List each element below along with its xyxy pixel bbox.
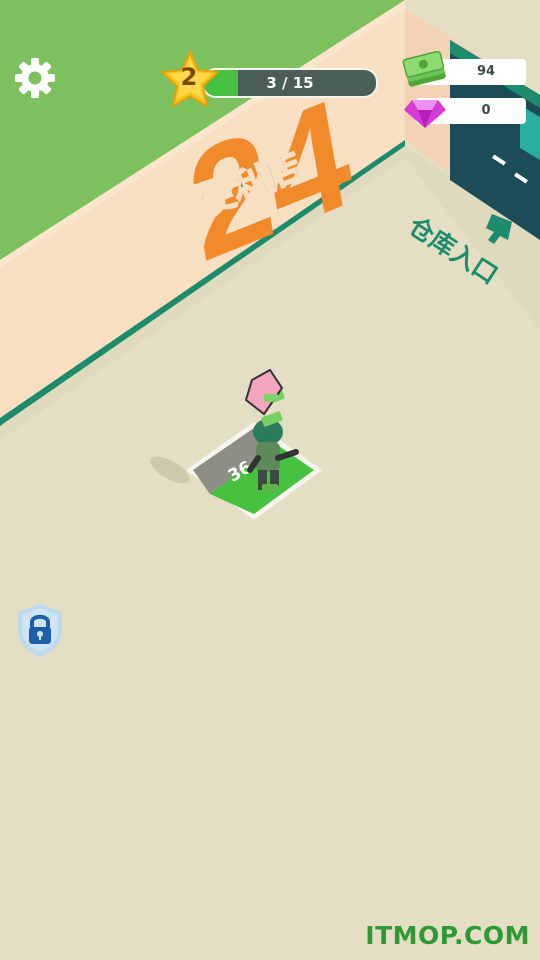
lock-shield-icon <box>18 604 62 657</box>
pink-item-icon <box>244 368 284 416</box>
cash-stack-icon <box>402 51 446 87</box>
level-progress-bar: 3 / 15 2 <box>160 50 382 110</box>
cash-counter: 94 <box>402 51 526 87</box>
lock-button[interactable] <box>14 602 66 658</box>
purchase-pad[interactable]: 36 <box>186 422 322 520</box>
settings-button[interactable] <box>12 55 58 101</box>
cash-value: 94 <box>476 64 496 79</box>
level-number: 2 <box>180 63 198 91</box>
level-progress-text: 3 / 15 <box>266 74 314 92</box>
gem-counter: 0 <box>404 98 526 128</box>
pink-item-tag <box>264 394 278 402</box>
game-scene: 24 便利店 仓库入口 36 <box>0 0 540 520</box>
carried-cash-icon <box>262 484 278 492</box>
watermark: ITMOP.COM <box>365 921 530 950</box>
gear-icon <box>15 58 55 98</box>
level-progress-track: 3 / 15 <box>202 68 378 98</box>
character-leg <box>270 470 279 486</box>
gem-icon <box>404 100 446 128</box>
gem-value: 0 <box>481 103 491 118</box>
